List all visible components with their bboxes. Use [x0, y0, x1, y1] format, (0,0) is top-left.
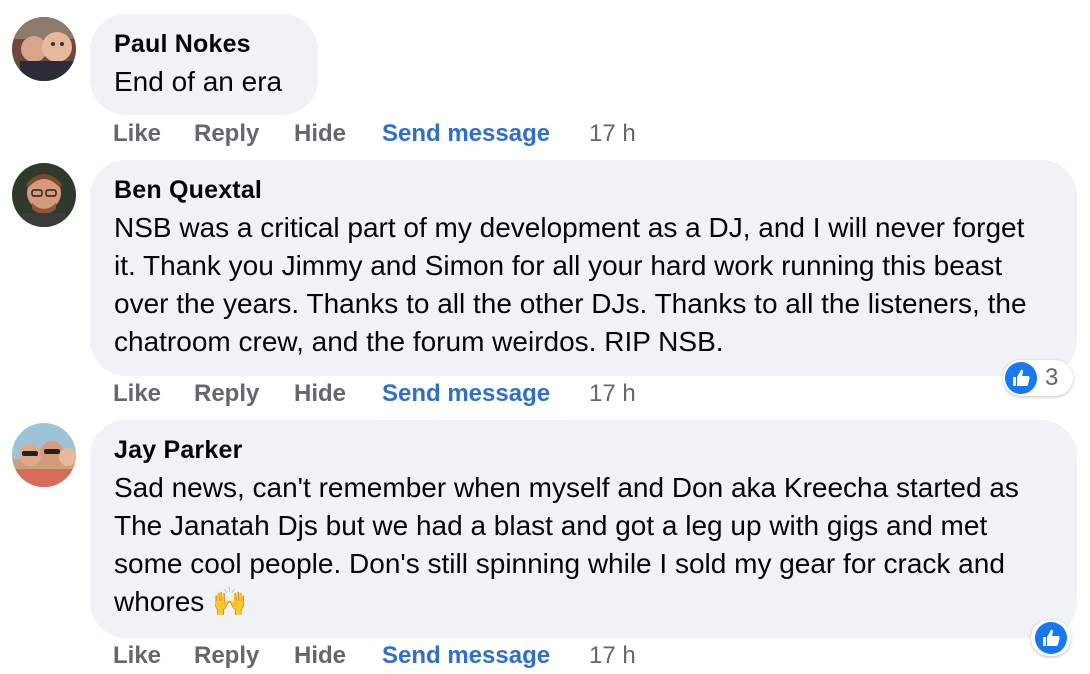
thumbs-up-icon: [1005, 362, 1037, 394]
avatar[interactable]: [12, 17, 76, 81]
timestamp[interactable]: 17 h: [589, 641, 636, 671]
like-button[interactable]: Like: [113, 119, 161, 149]
avatar-photo-icon: [12, 423, 76, 487]
comment-text: NSB was a critical part of my developmen…: [114, 212, 1027, 357]
reply-button[interactable]: Reply: [194, 641, 259, 671]
comment-author[interactable]: Paul Nokes: [114, 29, 294, 59]
avatar-photo-icon: [12, 163, 76, 227]
send-message-button[interactable]: Send message: [382, 119, 550, 149]
hide-button[interactable]: Hide: [294, 119, 346, 149]
like-button[interactable]: Like: [113, 641, 161, 671]
comment-author[interactable]: Jay Parker: [114, 435, 1053, 465]
avatar[interactable]: [12, 163, 76, 227]
send-message-button[interactable]: Send message: [382, 641, 550, 671]
comment-author[interactable]: Ben Quextal: [114, 175, 1053, 205]
thumbs-up-icon: [1035, 622, 1067, 654]
timestamp[interactable]: 17 h: [589, 119, 636, 149]
reply-button[interactable]: Reply: [194, 379, 259, 409]
timestamp[interactable]: 17 h: [589, 379, 636, 409]
comment-text: End of an era: [114, 66, 283, 97]
comment-bubble: Paul Nokes End of an era: [90, 14, 318, 115]
send-message-button[interactable]: Send message: [382, 379, 550, 409]
reaction-count: 3: [1045, 364, 1059, 391]
avatar-photo-icon: [12, 17, 76, 81]
like-button[interactable]: Like: [113, 379, 161, 409]
comment-bubble: Ben Quextal NSB was a critical part of m…: [90, 160, 1077, 376]
reply-button[interactable]: Reply: [194, 119, 259, 149]
reaction-summary[interactable]: 3: [1003, 360, 1073, 396]
avatar[interactable]: [12, 423, 76, 487]
reaction-summary[interactable]: [1031, 620, 1071, 656]
hide-button[interactable]: Hide: [294, 379, 346, 409]
comment-bubble: Jay Parker Sad news, can't remember when…: [90, 420, 1077, 638]
hide-button[interactable]: Hide: [294, 641, 346, 671]
comment-text: Sad news, can't remember when myself and…: [114, 472, 1019, 617]
